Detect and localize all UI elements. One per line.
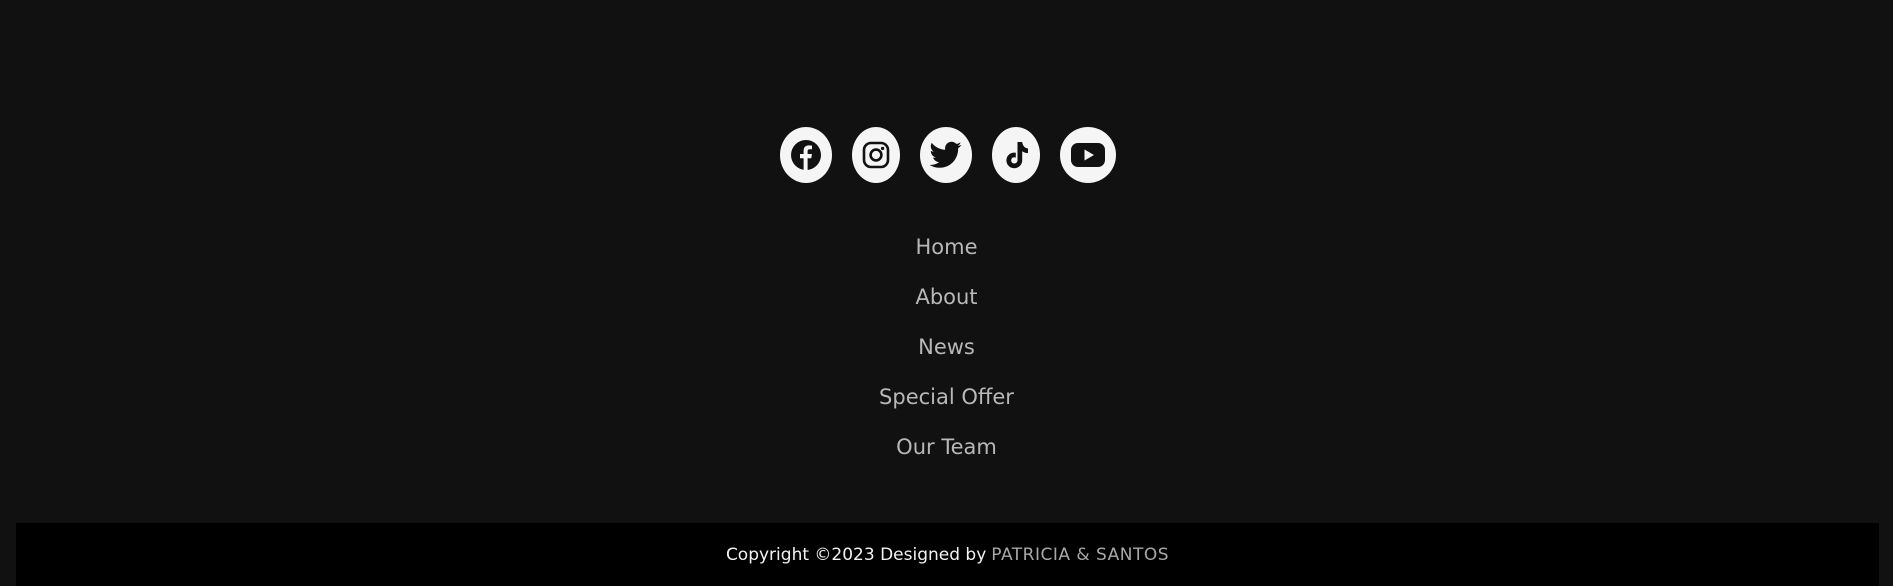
nav-link-about[interactable]: About: [915, 285, 977, 309]
facebook-link[interactable]: [780, 127, 832, 183]
social-links: [0, 127, 1893, 183]
instagram-icon: [862, 141, 890, 169]
nav-item-about: About: [0, 272, 1893, 322]
twitter-link[interactable]: [920, 127, 972, 183]
facebook-icon: [790, 139, 822, 171]
nav-item-our-team: Our Team: [0, 422, 1893, 472]
nav-link-news[interactable]: News: [918, 335, 975, 359]
designer-link[interactable]: PATRICIA & SANTOS: [991, 545, 1169, 565]
tiktok-link[interactable]: [992, 127, 1040, 183]
youtube-icon: [1071, 143, 1105, 167]
footer-section: Home About News Special Offer Our Team C…: [0, 0, 1893, 586]
nav-item-news: News: [0, 322, 1893, 372]
tiktok-icon: [1002, 140, 1030, 170]
instagram-link[interactable]: [852, 127, 900, 183]
footer-nav: Home About News Special Offer Our Team: [0, 222, 1893, 472]
nav-link-home[interactable]: Home: [915, 235, 977, 259]
youtube-link[interactable]: [1060, 127, 1116, 183]
nav-item-special-offer: Special Offer: [0, 372, 1893, 422]
copyright-text: Copyright ©2023 Designed by: [725, 544, 987, 565]
nav-link-our-team[interactable]: Our Team: [896, 435, 997, 459]
nav-item-home: Home: [0, 222, 1893, 272]
twitter-icon: [930, 141, 962, 169]
nav-link-special-offer[interactable]: Special Offer: [879, 385, 1014, 409]
copyright-bar: Copyright ©2023 Designed by PATRICIA & S…: [16, 523, 1879, 586]
